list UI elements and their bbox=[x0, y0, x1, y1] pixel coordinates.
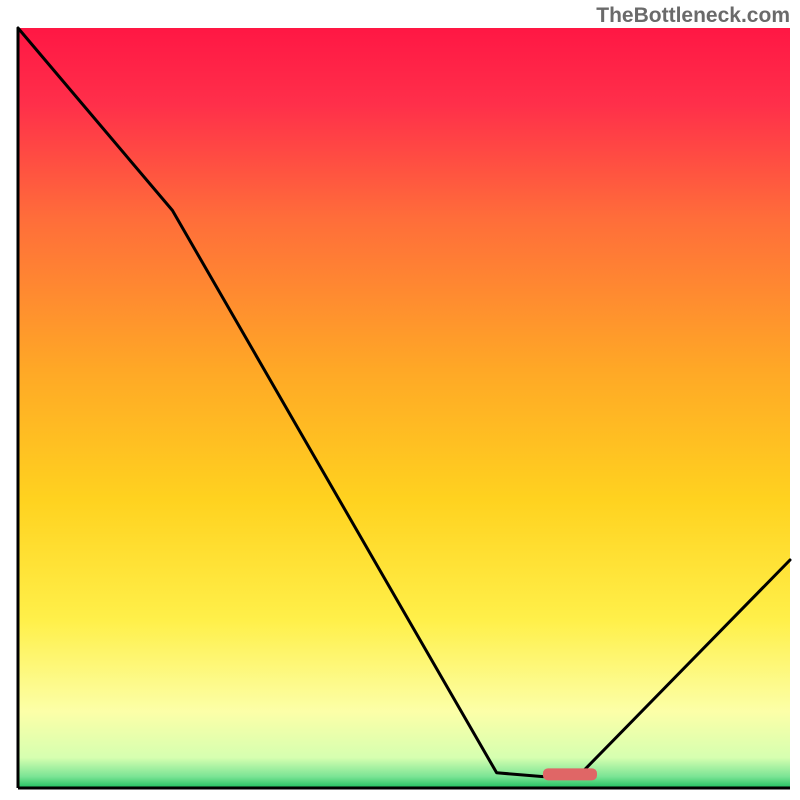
chart-background bbox=[18, 28, 790, 788]
optimal-marker bbox=[543, 768, 597, 780]
bottleneck-chart bbox=[0, 0, 800, 800]
chart-container: TheBottleneck.com bbox=[0, 0, 800, 800]
watermark-text: TheBottleneck.com bbox=[596, 4, 790, 28]
